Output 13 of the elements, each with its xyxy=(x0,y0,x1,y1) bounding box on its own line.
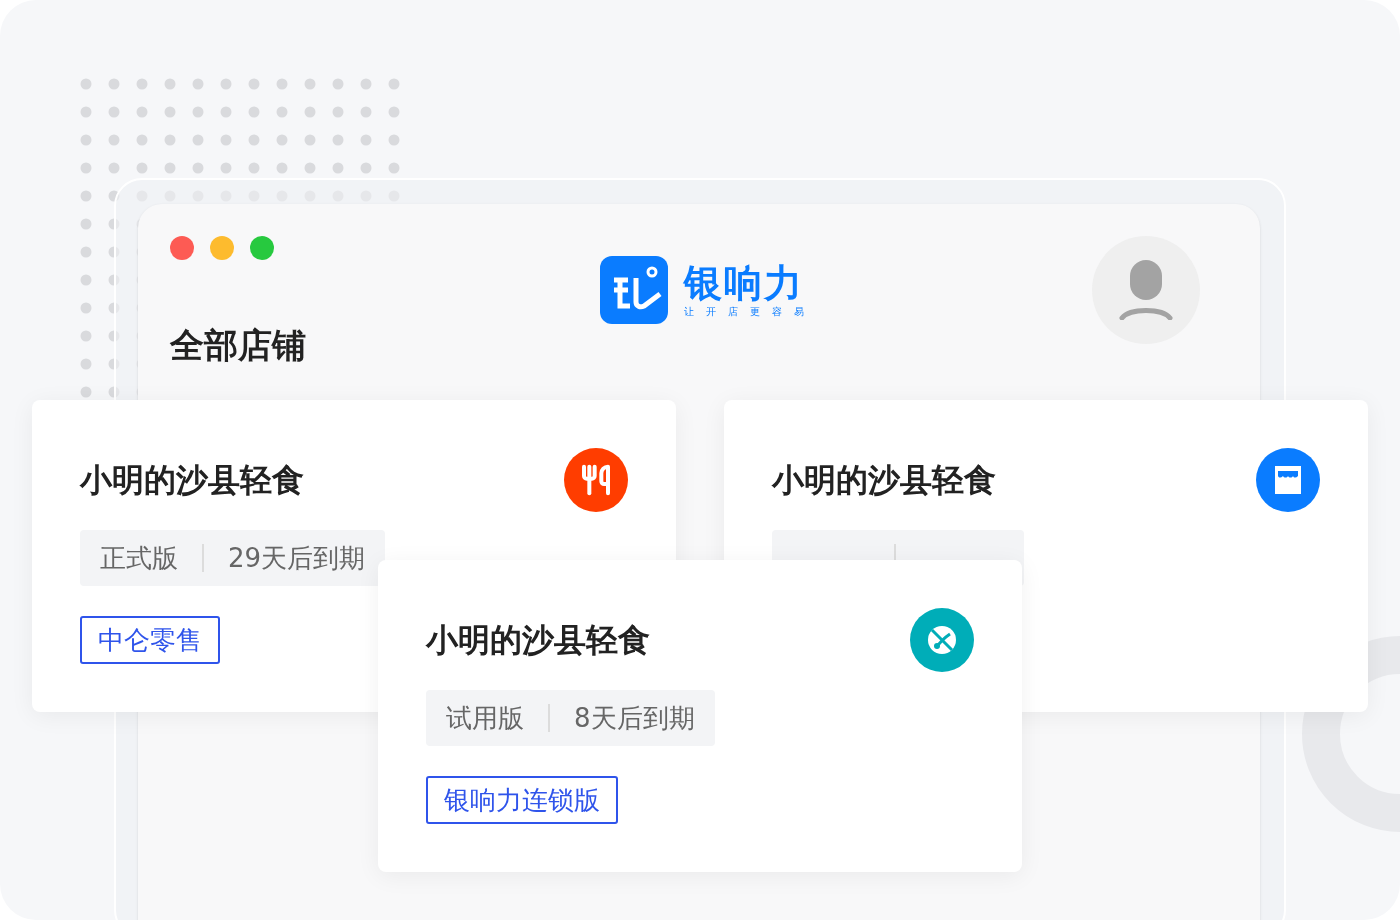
person-icon xyxy=(1118,260,1174,320)
brand-name: 银响力 xyxy=(684,261,805,305)
store-card[interactable]: 小明的沙县轻食 试用版 8天后到期 银响力连锁版 xyxy=(378,560,1022,872)
store-name: 小明的沙县轻食 xyxy=(80,460,304,501)
store-name: 小明的沙县轻食 xyxy=(772,460,996,501)
logo-icon xyxy=(600,256,668,324)
store-name: 小明的沙县轻食 xyxy=(426,620,650,661)
expiry-label: 29天后到期 xyxy=(228,541,366,575)
store-tag: 中仑零售 xyxy=(80,616,220,664)
brand-slogan: 让开店更容易 xyxy=(684,305,816,319)
page-title: 全部店铺 xyxy=(170,324,306,367)
store-tag: 银响力连锁版 xyxy=(426,776,618,824)
edition-label: 正式版 xyxy=(100,541,178,575)
